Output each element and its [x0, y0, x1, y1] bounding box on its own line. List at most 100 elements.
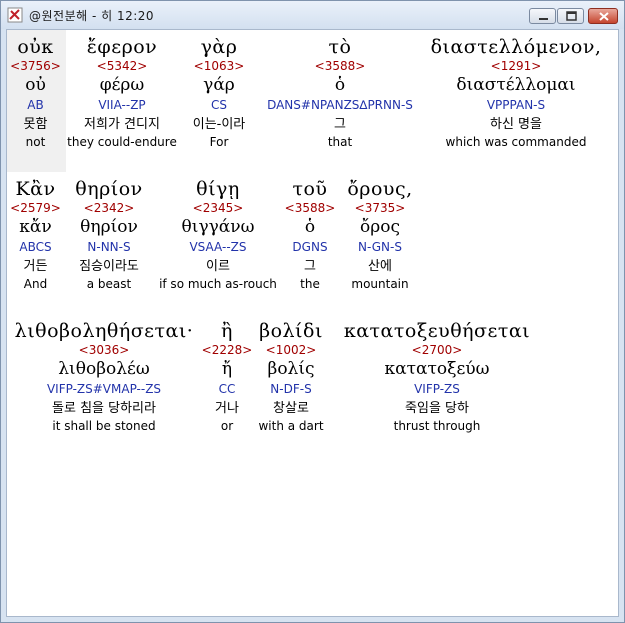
parse-code: AB	[27, 98, 44, 112]
korean-gloss: 저희가 견디지	[84, 117, 160, 132]
app-window: @원전분해 - 히 12:20 οὐκ <3756> οὐ AB 못함 not …	[0, 0, 625, 623]
word-block[interactable]: τοῦ <3588> ὁ DGNS 그 the	[282, 178, 338, 292]
greek-word: ὄρους,	[347, 178, 413, 200]
word-block[interactable]: Κἂν <2579> κἄν ABCS 거든 And	[7, 178, 64, 292]
lemma: λιθοβολέω	[58, 359, 150, 379]
parse-code: VIFP-ZS#VMAP--ZS	[46, 382, 162, 396]
minimize-icon	[539, 18, 548, 20]
parse-code: N-GN-S	[358, 240, 402, 254]
lemma: ὄρος	[360, 217, 400, 237]
english-gloss: it shall be stoned	[52, 419, 156, 433]
lemma: ὁ	[304, 217, 316, 237]
english-gloss: or	[220, 419, 234, 433]
lemma: κατατοξεύω	[384, 359, 490, 379]
korean-gloss: 못함	[23, 117, 48, 132]
parse-code: VIIA--ZP	[98, 98, 146, 112]
strong-number: <3588>	[284, 201, 336, 215]
lemma: κἄν	[19, 217, 52, 237]
parse-code: ABCS	[19, 240, 52, 254]
interlinear-panel[interactable]: οὐκ <3756> οὐ AB 못함 not ἔφερον <5342> φέ…	[6, 29, 619, 617]
english-gloss: they could-endure	[67, 135, 177, 149]
word-block[interactable]: θίγῃ <2345> θιγγάνω VSAA--ZS 이르 if so mu…	[154, 178, 282, 292]
parse-code: CS	[211, 98, 227, 112]
strong-number: <2345>	[192, 201, 244, 215]
word-block[interactable]: ὄρους, <3735> ὄρος N-GN-S 산에 mountain	[338, 178, 422, 292]
korean-gloss: 이르	[206, 259, 230, 274]
parse-code: N-NN-S	[87, 240, 131, 254]
word-block[interactable]: ἢ <2228> ἤ CC 거나 or	[201, 320, 253, 434]
english-gloss: the	[300, 277, 320, 291]
greek-word: θηρίον	[75, 178, 143, 200]
english-gloss: that	[327, 135, 353, 149]
korean-gloss: 거든	[23, 259, 48, 274]
greek-word: γὰρ	[200, 36, 238, 58]
strong-number: <2700>	[411, 343, 463, 357]
strong-number: <2342>	[83, 201, 135, 215]
lemma: ἤ	[221, 359, 233, 379]
word-block[interactable]: βολίδι <1002> βολίς N-DF-S 창살로 with a da…	[253, 320, 329, 434]
close-button[interactable]	[588, 8, 618, 24]
lemma: οὐ	[25, 75, 46, 95]
parse-code: VIFP-ZS	[414, 382, 460, 396]
strong-number: <1063>	[193, 59, 245, 73]
word-block[interactable]: θηρίον <2342> θηρίον N-NN-S 짐승이라도 a beas…	[64, 178, 154, 292]
english-gloss: mountain	[351, 277, 409, 291]
greek-word: οὐκ	[17, 36, 54, 58]
parse-code: VSAA--ZS	[189, 240, 247, 254]
word-block[interactable]: οὐκ <3756> οὐ AB 못함 not	[7, 36, 64, 150]
greek-word: λιθοβοληθήσεται·	[14, 320, 194, 342]
word-block[interactable]: λιθοβοληθήσεται· <3036> λιθοβολέω VIFP-Z…	[7, 320, 201, 434]
greek-word: τοῦ	[292, 178, 328, 200]
lemma: θηρίον	[80, 217, 138, 237]
minimize-button[interactable]	[529, 8, 556, 24]
korean-gloss: 하신 명을	[490, 117, 542, 132]
greek-word: βολίδι	[259, 320, 323, 342]
english-gloss: And	[23, 277, 48, 291]
english-gloss: a beast	[86, 277, 132, 291]
parse-code: VPPPAN-S	[486, 98, 546, 112]
korean-gloss: 그	[304, 259, 316, 274]
korean-gloss: 그	[334, 117, 346, 132]
english-gloss: For	[209, 135, 229, 149]
parse-code: DANS#NPANZS∆PRNN-S	[267, 98, 413, 112]
strong-number: <3756>	[10, 59, 61, 73]
strong-number: <2228>	[201, 343, 253, 357]
parse-code: N-DF-S	[270, 382, 312, 396]
korean-gloss: 이는-이라	[192, 117, 246, 132]
word-block[interactable]: διαστελλόμενον, <1291> διαστέλλομαι VPPP…	[423, 36, 609, 150]
strong-number: <1291>	[490, 59, 542, 73]
korean-gloss: 창살로	[273, 401, 309, 416]
strong-number: <2579>	[10, 201, 61, 215]
english-gloss: which was commanded	[445, 135, 587, 149]
korean-gloss: 돌로 침을 당하리라	[52, 401, 156, 416]
maximize-button[interactable]	[557, 8, 584, 24]
korean-gloss: 짐승이라도	[79, 259, 139, 274]
lemma: γάρ	[203, 75, 235, 95]
greek-word: θίγῃ	[196, 178, 240, 200]
strong-number: <5342>	[96, 59, 148, 73]
korean-gloss: 산에	[368, 259, 392, 274]
word-block[interactable]: κατατοξευθήσεται <2700> κατατοξεύω VIFP-…	[329, 320, 545, 434]
greek-word: διαστελλόμενον,	[430, 36, 602, 58]
parse-code: CC	[218, 382, 236, 396]
lemma: διαστέλλομαι	[456, 75, 576, 95]
greek-word: Κἂν	[15, 178, 56, 200]
window-title: @원전분해 - 히 12:20	[29, 9, 155, 23]
english-gloss: with a dart	[258, 419, 324, 433]
lemma: ὁ	[334, 75, 346, 95]
word-block[interactable]: ἔφερον <5342> φέρω VIIA--ZP 저희가 견디지 they…	[63, 36, 181, 150]
strong-number: <3588>	[314, 59, 366, 73]
strong-number: <3036>	[78, 343, 130, 357]
maximize-icon	[566, 11, 577, 21]
parse-code: DGNS	[292, 240, 328, 254]
korean-gloss: 거나	[215, 401, 239, 416]
korean-gloss: 죽임을 당하	[405, 401, 469, 416]
english-gloss: if so much as-rouch	[159, 277, 277, 291]
lemma: βολίς	[267, 359, 315, 379]
title-bar[interactable]: @원전분해 - 히 12:20	[1, 1, 624, 29]
greek-word: κατατοξευθήσεται	[343, 320, 531, 342]
word-block[interactable]: τὸ <3588> ὁ DANS#NPANZS∆PRNN-S 그 that	[257, 36, 423, 150]
word-block[interactable]: γὰρ <1063> γάρ CS 이는-이라 For	[181, 36, 257, 150]
app-icon	[7, 7, 23, 23]
english-gloss: thrust through	[393, 419, 481, 433]
